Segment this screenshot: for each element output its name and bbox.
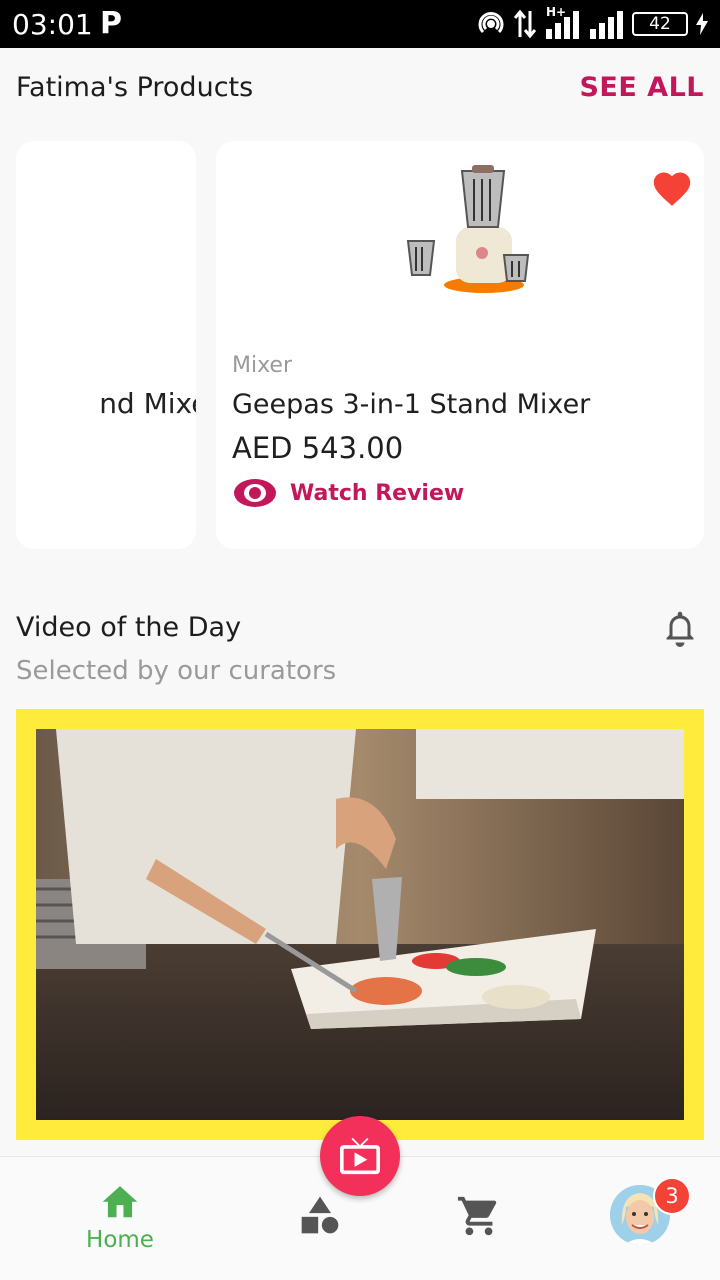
mixer-image xyxy=(406,165,530,293)
cart-badge: 3 xyxy=(653,1177,691,1215)
video-section-subtitle: Selected by our curators xyxy=(16,656,337,686)
status-time: 03:01 xyxy=(12,8,93,41)
signal-icon xyxy=(590,11,623,39)
status-icons: H+ 42 xyxy=(476,5,708,40)
network-type: H+ xyxy=(546,5,567,19)
product-name-partial: nd Mixer xyxy=(99,387,196,420)
charging-icon xyxy=(696,13,708,35)
product-card-partial[interactable]: nd Mixer xyxy=(16,141,196,549)
see-all-link[interactable]: SEE ALL xyxy=(579,72,704,103)
home-icon xyxy=(102,1186,138,1218)
product-category: Mixer xyxy=(232,353,293,378)
carrier-icon: P xyxy=(100,6,122,41)
heart-icon[interactable] xyxy=(650,167,694,207)
data-arrows-icon xyxy=(514,9,536,39)
tv-icon xyxy=(340,1137,380,1175)
video-section-title: Video of the Day xyxy=(16,612,242,643)
shapes-icon[interactable] xyxy=(298,1193,342,1237)
products-section-title: Fatima's Products xyxy=(16,72,254,103)
product-price: AED 543.00 xyxy=(232,431,404,465)
eye-icon xyxy=(234,479,276,507)
bell-icon[interactable] xyxy=(662,608,698,650)
watch-review-button[interactable]: Watch Review xyxy=(232,477,464,509)
watch-review-label: Watch Review xyxy=(290,480,465,506)
video-of-the-day[interactable] xyxy=(16,709,704,1140)
status-bar: 03:01 P H+ 42 xyxy=(0,0,720,48)
nav-home[interactable]: Home xyxy=(78,1181,162,1253)
live-tv-button[interactable] xyxy=(320,1116,400,1196)
wifi-hotspot-icon xyxy=(478,12,504,34)
cart-icon[interactable] xyxy=(456,1193,502,1239)
product-card[interactable]: Mixer Geepas 3-in-1 Stand Mixer AED 543.… xyxy=(216,141,704,549)
product-name: Geepas 3-in-1 Stand Mixer xyxy=(232,389,591,420)
video-thumbnail xyxy=(36,729,684,1120)
signal-icon-1: H+ xyxy=(544,5,580,39)
battery-icon: 42 xyxy=(632,12,688,36)
nav-home-label: Home xyxy=(86,1227,154,1253)
